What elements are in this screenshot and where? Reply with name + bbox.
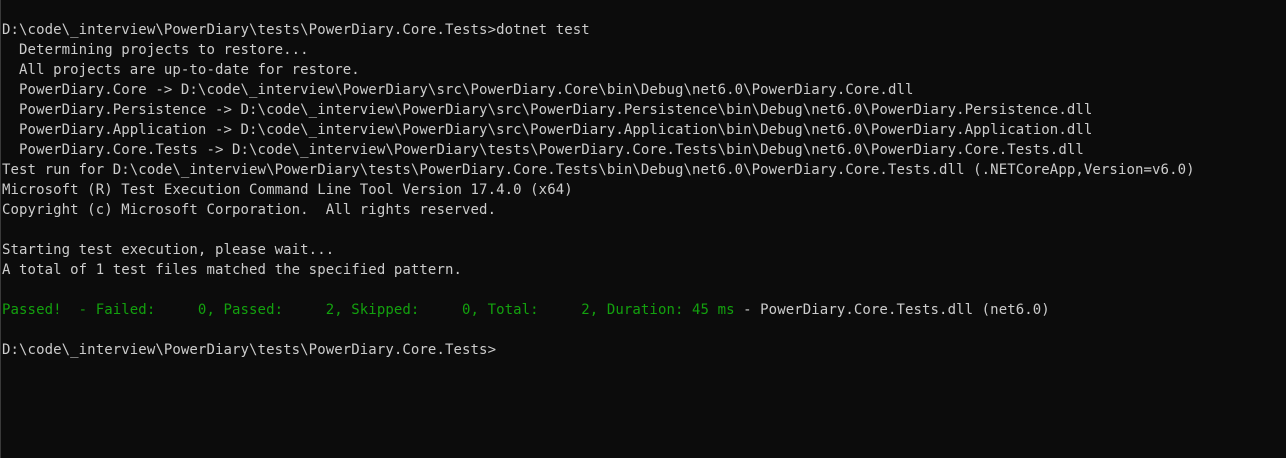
test-result-assembly: - PowerDiary.Core.Tests.dll (net6.0) — [734, 302, 1050, 318]
build-persistence-line: PowerDiary.Persistence -> D:\code\_inter… — [2, 102, 1093, 118]
restore-determining-line: Determining projects to restore... — [2, 42, 309, 58]
matched-files-line: A total of 1 test files matched the spec… — [2, 262, 463, 278]
test-run-line: Test run for D:\code\_interview\PowerDia… — [2, 162, 1195, 178]
test-result-summary: Passed! - Failed: 0, Passed: 2, Skipped:… — [2, 302, 735, 318]
tool-version-line: Microsoft (R) Test Execution Command Lin… — [2, 182, 573, 198]
window-edge — [0, 0, 1, 458]
test-result-line: Passed! - Failed: 0, Passed: 2, Skipped:… — [2, 300, 1286, 320]
starting-execution-line: Starting test execution, please wait... — [2, 242, 335, 258]
copyright-line: Copyright (c) Microsoft Corporation. All… — [2, 202, 497, 218]
build-core-line: PowerDiary.Core -> D:\code\_interview\Po… — [2, 82, 914, 98]
restore-uptodate-line: All projects are up-to-date for restore. — [2, 62, 360, 78]
prompt-command-line: D:\code\_interview\PowerDiary\tests\Powe… — [2, 22, 590, 38]
terminal-window[interactable]: D:\code\_interview\PowerDiary\tests\Powe… — [0, 0, 1286, 458]
final-prompt-line[interactable]: D:\code\_interview\PowerDiary\tests\Powe… — [2, 340, 1286, 360]
build-application-line: PowerDiary.Application -> D:\code\_inter… — [2, 122, 1093, 138]
build-tests-line: PowerDiary.Core.Tests -> D:\code\_interv… — [2, 142, 1084, 158]
